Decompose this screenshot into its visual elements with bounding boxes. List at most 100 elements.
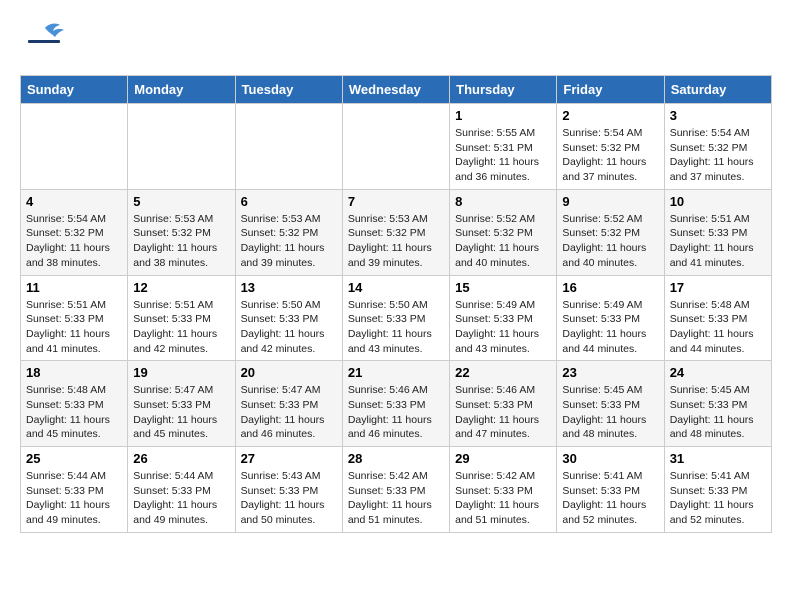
calendar-cell: 17 Sunrise: 5:48 AM Sunset: 5:33 PM Dayl…: [664, 275, 771, 361]
weekday-header-sunday: Sunday: [21, 76, 128, 104]
calendar-cell: 26 Sunrise: 5:44 AM Sunset: 5:33 PM Dayl…: [128, 447, 235, 533]
sunset-label: Sunset: 5:33 PM: [562, 399, 640, 411]
sunrise-label: Sunrise: 5:47 AM: [241, 384, 321, 396]
sunset-label: Sunset: 5:33 PM: [670, 227, 748, 239]
daylight-label: Daylight: 11 hours and 41 minutes.: [670, 242, 754, 269]
calendar-cell: [235, 104, 342, 190]
sunrise-label: Sunrise: 5:55 AM: [455, 127, 535, 139]
day-info: Sunrise: 5:45 AM Sunset: 5:33 PM Dayligh…: [562, 383, 658, 442]
sunrise-label: Sunrise: 5:44 AM: [26, 470, 106, 482]
sunrise-label: Sunrise: 5:45 AM: [562, 384, 642, 396]
daylight-label: Daylight: 11 hours and 36 minutes.: [455, 156, 539, 183]
calendar-cell: 8 Sunrise: 5:52 AM Sunset: 5:32 PM Dayli…: [450, 189, 557, 275]
page-header: [20, 20, 772, 65]
calendar-cell: 1 Sunrise: 5:55 AM Sunset: 5:31 PM Dayli…: [450, 104, 557, 190]
day-number: 14: [348, 280, 444, 295]
day-info: Sunrise: 5:49 AM Sunset: 5:33 PM Dayligh…: [455, 298, 551, 357]
sunset-label: Sunset: 5:33 PM: [455, 485, 533, 497]
sunrise-label: Sunrise: 5:41 AM: [670, 470, 750, 482]
day-info: Sunrise: 5:41 AM Sunset: 5:33 PM Dayligh…: [670, 469, 766, 528]
day-number: 6: [241, 194, 337, 209]
sunrise-label: Sunrise: 5:49 AM: [455, 299, 535, 311]
sunset-label: Sunset: 5:33 PM: [133, 485, 211, 497]
calendar-cell: 28 Sunrise: 5:42 AM Sunset: 5:33 PM Dayl…: [342, 447, 449, 533]
sunrise-label: Sunrise: 5:50 AM: [348, 299, 428, 311]
day-number: 4: [26, 194, 122, 209]
logo: [20, 20, 74, 65]
sunrise-label: Sunrise: 5:51 AM: [26, 299, 106, 311]
day-info: Sunrise: 5:51 AM Sunset: 5:33 PM Dayligh…: [133, 298, 229, 357]
day-info: Sunrise: 5:53 AM Sunset: 5:32 PM Dayligh…: [241, 212, 337, 271]
day-number: 1: [455, 108, 551, 123]
calendar-cell: 3 Sunrise: 5:54 AM Sunset: 5:32 PM Dayli…: [664, 104, 771, 190]
sunset-label: Sunset: 5:32 PM: [455, 227, 533, 239]
daylight-label: Daylight: 11 hours and 44 minutes.: [562, 328, 646, 355]
day-info: Sunrise: 5:55 AM Sunset: 5:31 PM Dayligh…: [455, 126, 551, 185]
daylight-label: Daylight: 11 hours and 44 minutes.: [670, 328, 754, 355]
day-info: Sunrise: 5:50 AM Sunset: 5:33 PM Dayligh…: [241, 298, 337, 357]
sunrise-label: Sunrise: 5:49 AM: [562, 299, 642, 311]
calendar-cell: 14 Sunrise: 5:50 AM Sunset: 5:33 PM Dayl…: [342, 275, 449, 361]
sunrise-label: Sunrise: 5:53 AM: [133, 213, 213, 225]
weekday-header-monday: Monday: [128, 76, 235, 104]
sunset-label: Sunset: 5:33 PM: [455, 399, 533, 411]
daylight-label: Daylight: 11 hours and 42 minutes.: [133, 328, 217, 355]
calendar-cell: 13 Sunrise: 5:50 AM Sunset: 5:33 PM Dayl…: [235, 275, 342, 361]
day-number: 29: [455, 451, 551, 466]
day-number: 27: [241, 451, 337, 466]
daylight-label: Daylight: 11 hours and 52 minutes.: [670, 499, 754, 526]
day-number: 25: [26, 451, 122, 466]
calendar-cell: 9 Sunrise: 5:52 AM Sunset: 5:32 PM Dayli…: [557, 189, 664, 275]
calendar-cell: [21, 104, 128, 190]
calendar-cell: 5 Sunrise: 5:53 AM Sunset: 5:32 PM Dayli…: [128, 189, 235, 275]
day-info: Sunrise: 5:51 AM Sunset: 5:33 PM Dayligh…: [670, 212, 766, 271]
weekday-header-thursday: Thursday: [450, 76, 557, 104]
daylight-label: Daylight: 11 hours and 40 minutes.: [455, 242, 539, 269]
calendar-table: SundayMondayTuesdayWednesdayThursdayFrid…: [20, 75, 772, 533]
daylight-label: Daylight: 11 hours and 46 minutes.: [241, 414, 325, 441]
sunset-label: Sunset: 5:33 PM: [455, 313, 533, 325]
sunrise-label: Sunrise: 5:48 AM: [670, 299, 750, 311]
day-info: Sunrise: 5:44 AM Sunset: 5:33 PM Dayligh…: [26, 469, 122, 528]
daylight-label: Daylight: 11 hours and 45 minutes.: [133, 414, 217, 441]
sunrise-label: Sunrise: 5:46 AM: [455, 384, 535, 396]
daylight-label: Daylight: 11 hours and 41 minutes.: [26, 328, 110, 355]
sunrise-label: Sunrise: 5:52 AM: [455, 213, 535, 225]
daylight-label: Daylight: 11 hours and 43 minutes.: [348, 328, 432, 355]
daylight-label: Daylight: 11 hours and 38 minutes.: [26, 242, 110, 269]
day-info: Sunrise: 5:44 AM Sunset: 5:33 PM Dayligh…: [133, 469, 229, 528]
daylight-label: Daylight: 11 hours and 42 minutes.: [241, 328, 325, 355]
day-number: 5: [133, 194, 229, 209]
sunset-label: Sunset: 5:33 PM: [562, 485, 640, 497]
calendar-cell: [342, 104, 449, 190]
day-number: 7: [348, 194, 444, 209]
day-number: 10: [670, 194, 766, 209]
daylight-label: Daylight: 11 hours and 50 minutes.: [241, 499, 325, 526]
day-info: Sunrise: 5:54 AM Sunset: 5:32 PM Dayligh…: [670, 126, 766, 185]
sunset-label: Sunset: 5:33 PM: [241, 485, 319, 497]
sunrise-label: Sunrise: 5:44 AM: [133, 470, 213, 482]
calendar-cell: 20 Sunrise: 5:47 AM Sunset: 5:33 PM Dayl…: [235, 361, 342, 447]
sunrise-label: Sunrise: 5:53 AM: [241, 213, 321, 225]
calendar-cell: 21 Sunrise: 5:46 AM Sunset: 5:33 PM Dayl…: [342, 361, 449, 447]
day-number: 12: [133, 280, 229, 295]
weekday-header-wednesday: Wednesday: [342, 76, 449, 104]
weekday-header-saturday: Saturday: [664, 76, 771, 104]
sunset-label: Sunset: 5:32 PM: [348, 227, 426, 239]
calendar-cell: 31 Sunrise: 5:41 AM Sunset: 5:33 PM Dayl…: [664, 447, 771, 533]
daylight-label: Daylight: 11 hours and 45 minutes.: [26, 414, 110, 441]
sunset-label: Sunset: 5:32 PM: [562, 142, 640, 154]
sunset-label: Sunset: 5:33 PM: [348, 313, 426, 325]
day-info: Sunrise: 5:52 AM Sunset: 5:32 PM Dayligh…: [562, 212, 658, 271]
sunrise-label: Sunrise: 5:51 AM: [670, 213, 750, 225]
sunset-label: Sunset: 5:33 PM: [670, 399, 748, 411]
day-number: 18: [26, 365, 122, 380]
daylight-label: Daylight: 11 hours and 51 minutes.: [348, 499, 432, 526]
calendar-cell: 6 Sunrise: 5:53 AM Sunset: 5:32 PM Dayli…: [235, 189, 342, 275]
sunset-label: Sunset: 5:33 PM: [670, 313, 748, 325]
day-info: Sunrise: 5:52 AM Sunset: 5:32 PM Dayligh…: [455, 212, 551, 271]
sunrise-label: Sunrise: 5:52 AM: [562, 213, 642, 225]
day-number: 24: [670, 365, 766, 380]
calendar-cell: 29 Sunrise: 5:42 AM Sunset: 5:33 PM Dayl…: [450, 447, 557, 533]
day-info: Sunrise: 5:43 AM Sunset: 5:33 PM Dayligh…: [241, 469, 337, 528]
